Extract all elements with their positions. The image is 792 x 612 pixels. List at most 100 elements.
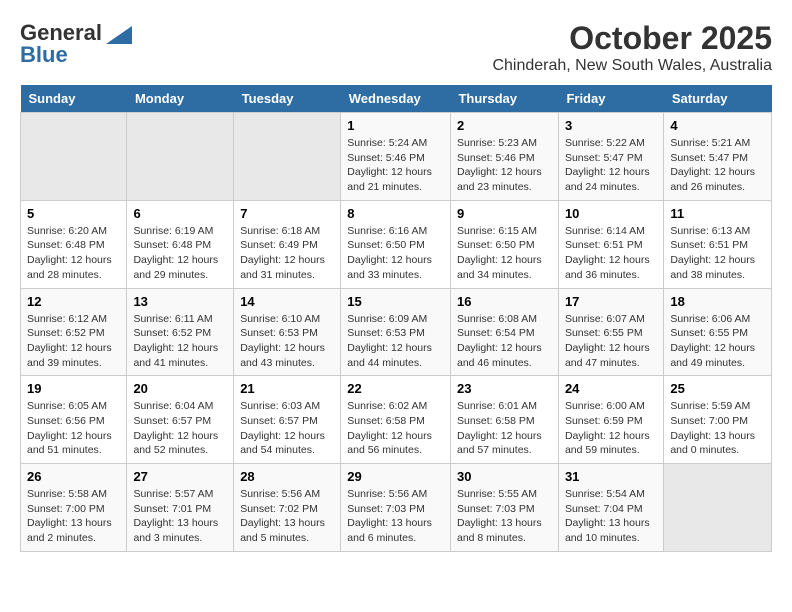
calendar-cell: 15Sunrise: 6:09 AM Sunset: 6:53 PM Dayli… [341, 288, 451, 376]
day-info: Sunrise: 5:56 AM Sunset: 7:02 PM Dayligh… [240, 487, 334, 546]
day-info: Sunrise: 6:11 AM Sunset: 6:52 PM Dayligh… [133, 312, 227, 371]
day-info: Sunrise: 6:03 AM Sunset: 6:57 PM Dayligh… [240, 399, 334, 458]
calendar-cell: 9Sunrise: 6:15 AM Sunset: 6:50 PM Daylig… [450, 200, 558, 288]
day-number: 10 [565, 206, 657, 221]
weekday-header-row: SundayMondayTuesdayWednesdayThursdayFrid… [21, 85, 772, 113]
day-number: 29 [347, 469, 444, 484]
day-info: Sunrise: 6:02 AM Sunset: 6:58 PM Dayligh… [347, 399, 444, 458]
calendar-cell: 11 Sunrise: 6:13 AM Sunset: 6:51 PM Dayli… [664, 200, 772, 288]
day-info: Sunrise: 6:07 AM Sunset: 6:55 PM Dayligh… [565, 312, 657, 371]
weekday-header-sunday: Sunday [21, 85, 127, 113]
calendar-cell: 2Sunrise: 5:23 AM Sunset: 5:46 PM Daylig… [450, 113, 558, 201]
day-info: Sunrise: 6:18 AM Sunset: 6:49 PM Dayligh… [240, 224, 334, 283]
weekday-header-wednesday: Wednesday [341, 85, 451, 113]
weekday-header-friday: Friday [558, 85, 663, 113]
day-info: Sunrise: 6:06 AM Sunset: 6:55 PM Dayligh… [670, 312, 765, 371]
calendar-week-2: 5 Sunrise: 6:20 AM Sunset: 6:48 PM Daylig… [21, 200, 772, 288]
title-section: October 2025 Chinderah, New South Wales,… [492, 20, 772, 75]
page-subtitle: Chinderah, New South Wales, Australia [492, 57, 772, 75]
day-info: Sunrise: 5:59 AM Sunset: 7:00 PM Dayligh… [670, 399, 765, 458]
day-info: Sunrise: 6:04 AM Sunset: 6:57 PM Dayligh… [133, 399, 227, 458]
day-info: Sunrise: 5:57 AM Sunset: 7:01 PM Dayligh… [133, 487, 227, 546]
day-info: Sunrise: 6:12 AM Sunset: 6:52 PM Dayligh… [27, 312, 120, 371]
day-info: Sunrise: 6:16 AM Sunset: 6:50 PM Dayligh… [347, 224, 444, 283]
day-number: 18 [670, 294, 765, 309]
day-info: Sunrise: 5:54 AM Sunset: 7:04 PM Dayligh… [565, 487, 657, 546]
day-number: 25 [670, 381, 765, 396]
calendar-cell: 29 Sunrise: 5:56 AM Sunset: 7:03 PM Dayli… [341, 464, 451, 552]
day-info: Sunrise: 6:14 AM Sunset: 6:51 PM Dayligh… [565, 224, 657, 283]
calendar-cell: 18 Sunrise: 6:06 AM Sunset: 6:55 PM Dayli… [664, 288, 772, 376]
day-info: Sunrise: 6:10 AM Sunset: 6:53 PM Dayligh… [240, 312, 334, 371]
day-number: 13 [133, 294, 227, 309]
day-number: 1 [347, 118, 444, 133]
calendar-week-1: 1 Sunrise: 5:24 AM Sunset: 5:46 PM Daylig… [21, 113, 772, 201]
calendar-cell [21, 113, 127, 201]
day-number: 30 [457, 469, 552, 484]
day-info: Sunrise: 6:13 AM Sunset: 6:51 PM Dayligh… [670, 224, 765, 283]
weekday-header-tuesday: Tuesday [234, 85, 341, 113]
calendar-cell [127, 113, 234, 201]
day-number: 22 [347, 381, 444, 396]
calendar-cell: 5 Sunrise: 6:20 AM Sunset: 6:48 PM Daylig… [21, 200, 127, 288]
logo: General Blue [20, 20, 134, 68]
calendar-cell: 24 Sunrise: 6:00 AM Sunset: 6:59 PM Dayli… [558, 376, 663, 464]
day-number: 31 [565, 469, 657, 484]
calendar-cell: 3Sunrise: 5:22 AM Sunset: 5:47 PM Daylig… [558, 113, 663, 201]
day-info: Sunrise: 5:58 AM Sunset: 7:00 PM Dayligh… [27, 487, 120, 546]
day-number: 28 [240, 469, 334, 484]
logo-blue: Blue [20, 42, 68, 68]
day-number: 24 [565, 381, 657, 396]
day-number: 17 [565, 294, 657, 309]
day-info: Sunrise: 6:09 AM Sunset: 6:53 PM Dayligh… [347, 312, 444, 371]
day-number: 16 [457, 294, 552, 309]
day-number: 23 [457, 381, 552, 396]
calendar-table: SundayMondayTuesdayWednesdayThursdayFrid… [20, 85, 772, 552]
day-number: 12 [27, 294, 120, 309]
calendar-cell [234, 113, 341, 201]
day-info: Sunrise: 6:05 AM Sunset: 6:56 PM Dayligh… [27, 399, 120, 458]
day-info: Sunrise: 6:19 AM Sunset: 6:48 PM Dayligh… [133, 224, 227, 283]
day-number: 20 [133, 381, 227, 396]
weekday-header-thursday: Thursday [450, 85, 558, 113]
day-info: Sunrise: 6:15 AM Sunset: 6:50 PM Dayligh… [457, 224, 552, 283]
day-number: 7 [240, 206, 334, 221]
calendar-cell [664, 464, 772, 552]
calendar-cell: 26 Sunrise: 5:58 AM Sunset: 7:00 PM Dayli… [21, 464, 127, 552]
calendar-week-5: 26 Sunrise: 5:58 AM Sunset: 7:00 PM Dayli… [21, 464, 772, 552]
day-number: 5 [27, 206, 120, 221]
calendar-cell: 12 Sunrise: 6:12 AM Sunset: 6:52 PM Dayli… [21, 288, 127, 376]
calendar-cell: 10 Sunrise: 6:14 AM Sunset: 6:51 PM Dayli… [558, 200, 663, 288]
calendar-cell: 1 Sunrise: 5:24 AM Sunset: 5:46 PM Daylig… [341, 113, 451, 201]
calendar-week-3: 12 Sunrise: 6:12 AM Sunset: 6:52 PM Dayli… [21, 288, 772, 376]
calendar-cell: 17 Sunrise: 6:07 AM Sunset: 6:55 PM Dayli… [558, 288, 663, 376]
day-info: Sunrise: 5:55 AM Sunset: 7:03 PM Dayligh… [457, 487, 552, 546]
calendar-cell: 19Sunrise: 6:05 AM Sunset: 6:56 PM Dayli… [21, 376, 127, 464]
calendar-cell: 4Sunrise: 5:21 AM Sunset: 5:47 PM Daylig… [664, 113, 772, 201]
page-header: General Blue October 2025 Chinderah, New… [20, 20, 772, 75]
day-number: 21 [240, 381, 334, 396]
day-info: Sunrise: 6:08 AM Sunset: 6:54 PM Dayligh… [457, 312, 552, 371]
day-number: 14 [240, 294, 334, 309]
day-info: Sunrise: 5:56 AM Sunset: 7:03 PM Dayligh… [347, 487, 444, 546]
calendar-cell: 30 Sunrise: 5:55 AM Sunset: 7:03 PM Dayli… [450, 464, 558, 552]
calendar-week-4: 19Sunrise: 6:05 AM Sunset: 6:56 PM Dayli… [21, 376, 772, 464]
day-info: Sunrise: 5:24 AM Sunset: 5:46 PM Dayligh… [347, 136, 444, 195]
calendar-cell: 8 Sunrise: 6:16 AM Sunset: 6:50 PM Daylig… [341, 200, 451, 288]
day-info: Sunrise: 6:00 AM Sunset: 6:59 PM Dayligh… [565, 399, 657, 458]
day-number: 27 [133, 469, 227, 484]
day-number: 11 [670, 206, 765, 221]
calendar-cell: 7 Sunrise: 6:18 AM Sunset: 6:49 PM Daylig… [234, 200, 341, 288]
logo-icon [104, 22, 134, 44]
calendar-cell: 22 Sunrise: 6:02 AM Sunset: 6:58 PM Dayli… [341, 376, 451, 464]
day-info: Sunrise: 6:20 AM Sunset: 6:48 PM Dayligh… [27, 224, 120, 283]
calendar-cell: 27 Sunrise: 5:57 AM Sunset: 7:01 PM Dayli… [127, 464, 234, 552]
calendar-cell: 6Sunrise: 6:19 AM Sunset: 6:48 PM Daylig… [127, 200, 234, 288]
day-number: 4 [670, 118, 765, 133]
day-number: 26 [27, 469, 120, 484]
day-number: 8 [347, 206, 444, 221]
calendar-cell: 16 Sunrise: 6:08 AM Sunset: 6:54 PM Dayli… [450, 288, 558, 376]
calendar-cell: 23 Sunrise: 6:01 AM Sunset: 6:58 PM Dayli… [450, 376, 558, 464]
day-number: 3 [565, 118, 657, 133]
day-info: Sunrise: 6:01 AM Sunset: 6:58 PM Dayligh… [457, 399, 552, 458]
